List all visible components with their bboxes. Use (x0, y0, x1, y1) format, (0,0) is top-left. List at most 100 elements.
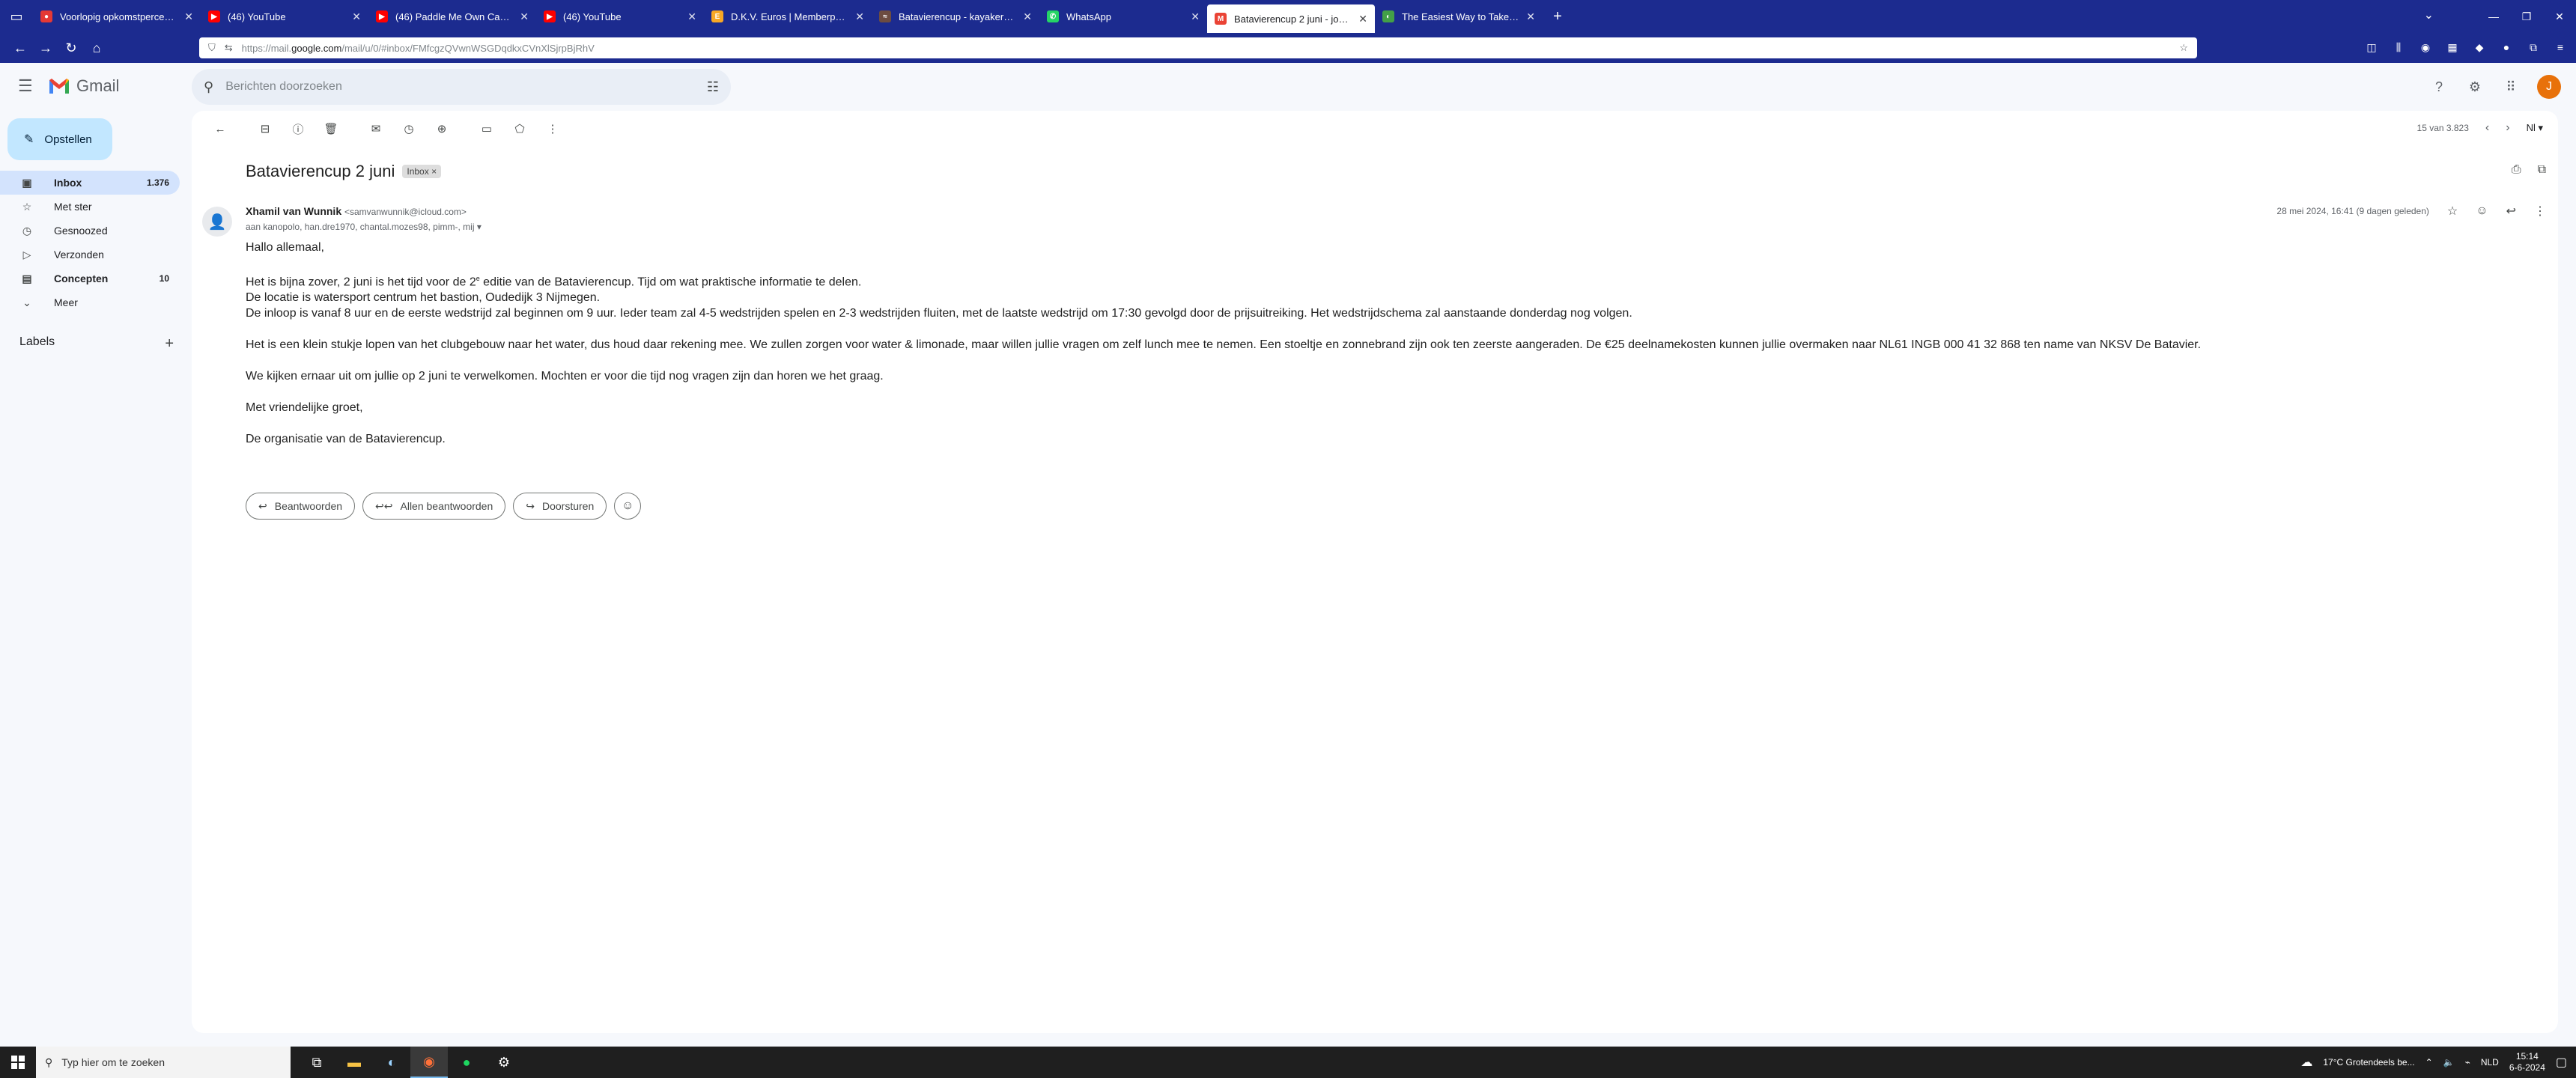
browser-tab[interactable]: ▶ (46) Paddle Me Own Canoe - Yo ✕ (368, 0, 536, 33)
clock[interactable]: 15:14 6-6-2024 (2509, 1051, 2545, 1074)
main-menu-icon[interactable]: ☰ (18, 76, 33, 96)
menu-icon[interactable]: ≡ (2552, 39, 2569, 55)
browser-tab[interactable]: ▶ (46) YouTube ✕ (536, 0, 704, 33)
bookmark-star-icon[interactable]: ☆ (2179, 42, 2188, 54)
firefox-icon[interactable]: ◉ (410, 1047, 448, 1078)
extensions-icon[interactable]: ⧉ (2525, 39, 2542, 55)
settings-gear-icon[interactable]: ⚙ (2465, 77, 2485, 97)
browser-tab[interactable]: M Batavierencup 2 juni - jonjovan ✕ (1207, 4, 1375, 33)
notifications-icon[interactable]: ▢ (2556, 1055, 2567, 1070)
close-tab-icon[interactable]: ✕ (1358, 13, 1367, 25)
sidebar-item-gesnoozed[interactable]: ◷ Gesnoozed (0, 219, 180, 243)
maximize-window-icon[interactable]: ❐ (2510, 10, 2543, 23)
forward-icon[interactable]: → (33, 40, 58, 56)
shield-icon[interactable]: ⛉ (208, 42, 216, 54)
search-bar[interactable]: ⚲ Berichten doorzoeken ☷ (192, 69, 731, 105)
library-icon[interactable]: ⫼ (2390, 39, 2407, 55)
reply-all-button[interactable]: ↩↩ Allen beantwoorden (362, 493, 506, 520)
browser-tab[interactable]: ◐ The Easiest Way to Take a Scre ✕ (1375, 0, 1543, 33)
search-icon[interactable]: ⚲ (204, 79, 213, 95)
add-to-tasks-icon[interactable]: ⊕ (425, 122, 458, 135)
help-icon[interactable]: ? (2429, 77, 2449, 97)
minimize-window-icon[interactable]: — (2477, 10, 2510, 22)
show-details-icon[interactable]: ▾ (477, 222, 482, 232)
weather-icon[interactable]: ☁ (2300, 1055, 2312, 1070)
spotify-icon[interactable]: ● (448, 1047, 485, 1078)
sidebar-item-met-ster[interactable]: ☆ Met ster (0, 195, 180, 219)
label-icon[interactable]: ⬠ (503, 122, 536, 135)
more-icon[interactable]: ⋮ (2534, 204, 2546, 219)
weather-text[interactable]: 17°C Grotendeels be... (2323, 1057, 2414, 1068)
search-options-icon[interactable]: ☷ (707, 79, 719, 95)
back-to-inbox-icon[interactable]: ← (204, 123, 237, 135)
extension-icon[interactable]: ● (2498, 39, 2515, 55)
reply-button[interactable]: ↩ Beantwoorden (246, 493, 356, 520)
mark-unread-icon[interactable]: ✉ (359, 122, 392, 135)
sidebar-item-concepten[interactable]: ▤ Concepten 10 (0, 267, 180, 290)
emoji-reaction-button[interactable]: ☺ (614, 493, 642, 520)
start-button[interactable] (0, 1047, 36, 1078)
close-window-icon[interactable]: ✕ (2543, 10, 2576, 23)
close-tab-icon[interactable]: ✕ (1526, 10, 1535, 23)
print-icon[interactable]: ⎙ (2512, 163, 2521, 177)
more-options-icon[interactable]: ⋮ (536, 122, 569, 135)
sidebar-item-inbox[interactable]: ▣ Inbox 1.376 (0, 171, 180, 195)
steam-icon[interactable]: ◐ (373, 1047, 410, 1078)
archive-icon[interactable]: ⊟ (249, 122, 282, 135)
star-icon[interactable]: ☆ (2447, 204, 2458, 219)
address-bar[interactable]: ⛉ ⇆ https://mail.google.com/mail/u/0/#in… (199, 37, 2197, 58)
home-icon[interactable]: ⌂ (84, 40, 109, 56)
add-reaction-icon[interactable]: ☺ (2476, 204, 2488, 218)
close-tab-icon[interactable]: ✕ (855, 10, 864, 23)
list-tabs-icon[interactable]: ⌄ (2424, 7, 2434, 22)
move-to-icon[interactable]: ▭ (470, 122, 503, 135)
show-hidden-icons[interactable]: ⌃ (2425, 1057, 2433, 1068)
sender-avatar[interactable]: 👤 (202, 207, 232, 237)
remove-label-icon[interactable]: × (431, 166, 437, 177)
file-explorer-icon[interactable]: ▬ (335, 1047, 373, 1078)
taskbar-search-input[interactable]: Typ hier om te zoeken (61, 1056, 165, 1068)
pocket-icon[interactable]: ◫ (2363, 39, 2380, 55)
sender-name[interactable]: Xhamil van Wunnik (246, 205, 341, 217)
settings-gear-icon[interactable]: ⚙ (485, 1047, 523, 1078)
open-new-window-icon[interactable]: ⧉ (2538, 163, 2546, 177)
page-info-icon[interactable]: ⇆ (225, 42, 233, 54)
reply-icon[interactable]: ↩ (2506, 204, 2516, 219)
forward-button[interactable]: ↪ Doorsturen (513, 493, 607, 520)
browser-tab[interactable]: ✆ WhatsApp ✕ (1039, 0, 1207, 33)
extension-icon[interactable]: ◆ (2471, 39, 2488, 55)
snooze-icon[interactable]: ◷ (392, 122, 425, 135)
volume-icon[interactable]: 🔈 (2443, 1057, 2455, 1068)
sidebar-item-meer[interactable]: ⌄ Meer (0, 290, 180, 314)
newer-icon[interactable]: › (2506, 121, 2509, 135)
close-tab-icon[interactable]: ✕ (352, 10, 361, 23)
report-spam-icon[interactable]: ⓘ (282, 121, 315, 137)
account-avatar[interactable]: J (2537, 75, 2561, 99)
older-icon[interactable]: ‹ (2485, 121, 2489, 135)
input-language[interactable]: NLD (2481, 1057, 2499, 1068)
add-label-icon[interactable]: + (165, 335, 174, 353)
close-tab-icon[interactable]: ✕ (1191, 10, 1200, 23)
tab-overview-icon[interactable]: ▭ (0, 0, 33, 33)
back-icon[interactable]: ← (7, 40, 33, 56)
apps-grid-icon[interactable]: ⠿ (2501, 77, 2521, 97)
delete-icon[interactable]: 🗑 (315, 122, 347, 135)
account-icon[interactable]: ◉ (2417, 39, 2434, 55)
browser-tab[interactable]: ≈ Batavierencup - kayakers.nl ✕ (872, 0, 1039, 33)
browser-tab[interactable]: E D.K.V. Euros | Memberportal ✕ (704, 0, 872, 33)
reload-icon[interactable]: ↻ (58, 40, 84, 56)
compose-button[interactable]: ✎ Opstellen (7, 118, 112, 160)
browser-tab[interactable]: ● Voorlopig opkomstpercentage ✕ (33, 0, 201, 33)
close-tab-icon[interactable]: ✕ (520, 10, 529, 23)
browser-tab[interactable]: ▶ (46) YouTube ✕ (201, 0, 368, 33)
search-input[interactable]: Berichten doorzoeken (225, 80, 695, 94)
network-icon[interactable]: ⌁ (2465, 1057, 2470, 1068)
url-text[interactable]: https://mail.google.com/mail/u/0/#inbox/… (242, 43, 2171, 54)
taskbar-search[interactable]: ⚲ Typ hier om te zoeken (36, 1047, 291, 1078)
extension-icon[interactable]: ▦ (2444, 39, 2461, 55)
close-tab-icon[interactable]: ✕ (1023, 10, 1032, 23)
task-view-icon[interactable]: ⧉ (298, 1047, 335, 1078)
new-tab-button[interactable]: + (1543, 8, 1573, 25)
close-tab-icon[interactable]: ✕ (687, 10, 696, 23)
sidebar-item-verzonden[interactable]: ▷ Verzonden (0, 243, 180, 267)
